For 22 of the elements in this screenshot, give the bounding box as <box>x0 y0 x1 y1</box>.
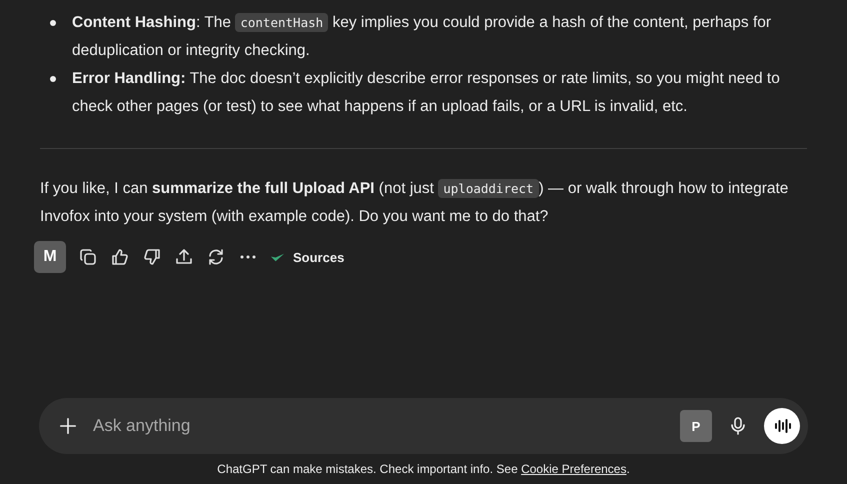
share-icon[interactable] <box>174 247 194 267</box>
avatar-button[interactable]: M <box>34 241 66 273</box>
refresh-icon[interactable] <box>206 247 226 267</box>
cookie-preferences-link[interactable]: Cookie Preferences <box>521 462 626 476</box>
bullet-icon <box>50 20 56 26</box>
message-text: If you like, I can summarize the full Upload API (not just uploaddirect ) — or walk through how to integrate Invofox into your system (with example code). Do you want me to do that? <box>40 178 790 227</box>
bullet-text: Error Handling: The doc doesn’t explicitly describe error responses or rate limits, so you might need to check other pages (or test) to see what happens if an upload fails, or a URL is invalid, etc. <box>72 69 781 117</box>
inline-code: contentHash <box>235 13 328 32</box>
voice-button[interactable] <box>764 408 800 444</box>
bullet-icon <box>50 76 56 82</box>
bullet-text: Content Hashing: The contentHash key implies you could provide a hash of the content, perhaps for deduplication or integrity checking. <box>72 12 772 61</box>
thumbs-down-icon[interactable] <box>142 247 162 267</box>
microphone-icon[interactable] <box>728 416 748 436</box>
add-icon[interactable] <box>59 417 77 435</box>
message-input[interactable]: Ask anything P <box>39 398 808 454</box>
waveform-icon <box>772 416 792 436</box>
inline-code: uploaddirect <box>438 179 539 198</box>
thumbs-up-icon[interactable] <box>110 247 130 267</box>
disclaimer-text: ChatGPT can make mistakes. Check important info. See Cookie Preferences. <box>216 462 631 476</box>
copy-icon[interactable] <box>78 247 98 267</box>
sources-button[interactable]: Sources <box>270 250 344 264</box>
profile-button[interactable]: P <box>680 410 712 442</box>
